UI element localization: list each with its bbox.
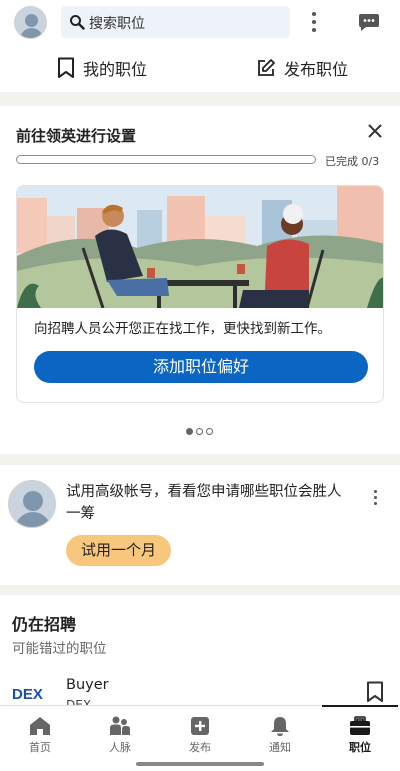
nav-post[interactable]: 发布: [160, 706, 240, 762]
nav-network[interactable]: 人脉: [80, 706, 160, 762]
post-job-label: 发布职位: [284, 60, 349, 79]
bookmark-icon: [58, 57, 74, 78]
nav-notifications-label: 通知: [269, 741, 291, 754]
close-icon[interactable]: [366, 122, 384, 140]
section-subtitle: 可能错过的职位: [12, 641, 107, 657]
avatar: [8, 480, 56, 528]
premium-text: 试用高级帐号，看看您申请哪些职位会胜人一筹: [66, 484, 342, 522]
profile-avatar[interactable]: [14, 6, 47, 39]
pager-dot[interactable]: [196, 428, 203, 435]
my-jobs-link[interactable]: 我的职位: [57, 56, 147, 80]
try-premium-button[interactable]: 试用一个月: [66, 535, 171, 566]
setup-description: 向招聘人员公开您正在找工作，更快找到新工作。: [34, 321, 331, 337]
pager-dot[interactable]: [186, 428, 193, 435]
add-job-preferences-button[interactable]: 添加职位偏好: [34, 351, 368, 383]
system-home-indicator: [136, 762, 264, 766]
premium-more-options-icon[interactable]: [370, 489, 380, 509]
my-jobs-label: 我的职位: [83, 60, 148, 79]
home-icon: [30, 717, 50, 735]
plus-icon: [191, 717, 209, 735]
search-placeholder: 搜索职位: [89, 16, 145, 32]
setup-title: 前往领英进行设置: [16, 127, 137, 145]
carousel-pager: [186, 428, 213, 435]
premium-card: 试用高级帐号，看看您申请哪些职位会胜人一筹 试用一个月: [0, 465, 400, 585]
jobs-subnav: 我的职位 发布职位: [0, 48, 400, 92]
progress-label: 已完成 0/3: [325, 155, 380, 168]
setup-progress-bar: [16, 155, 316, 164]
search-bar[interactable]: 搜索职位: [61, 6, 290, 38]
nav-home-label: 首页: [29, 741, 51, 754]
search-icon: [70, 15, 85, 30]
setup-slide: 向招聘人员公开您正在找工作，更快找到新工作。 添加职位偏好: [16, 185, 384, 403]
svg-text:DEX: DEX: [12, 686, 43, 702]
messaging-icon[interactable]: [357, 10, 381, 34]
setup-card: 前往领英进行设置 已完成 0/3 向招聘人员公开您正在找工作，更快找到新工作。 …: [0, 106, 400, 454]
nav-network-label: 人脉: [109, 741, 131, 754]
network-icon: [110, 716, 130, 735]
briefcase-icon: [350, 716, 370, 735]
top-bar: 搜索职位: [0, 0, 400, 48]
nav-jobs-label: 职位: [349, 741, 371, 754]
more-options-icon[interactable]: [308, 10, 320, 36]
still-hiring-section: 仍在招聘 可能错过的职位 DEX Buyer DEX: [0, 595, 400, 715]
job-title-link[interactable]: Buyer: [66, 677, 109, 693]
post-job-link[interactable]: 发布职位: [256, 56, 348, 80]
nav-notifications[interactable]: 通知: [240, 706, 320, 762]
company-logo[interactable]: DEX: [12, 686, 52, 702]
nav-home[interactable]: 首页: [0, 706, 80, 762]
nav-jobs[interactable]: 职位: [320, 705, 400, 762]
edit-icon: [258, 59, 275, 76]
pager-dot[interactable]: [206, 428, 213, 435]
save-job-bookmark-icon[interactable]: [366, 681, 384, 703]
section-title: 仍在招聘: [12, 615, 77, 634]
nav-post-label: 发布: [189, 741, 211, 754]
bell-icon: [271, 717, 289, 736]
meeting-illustration: [17, 186, 383, 308]
